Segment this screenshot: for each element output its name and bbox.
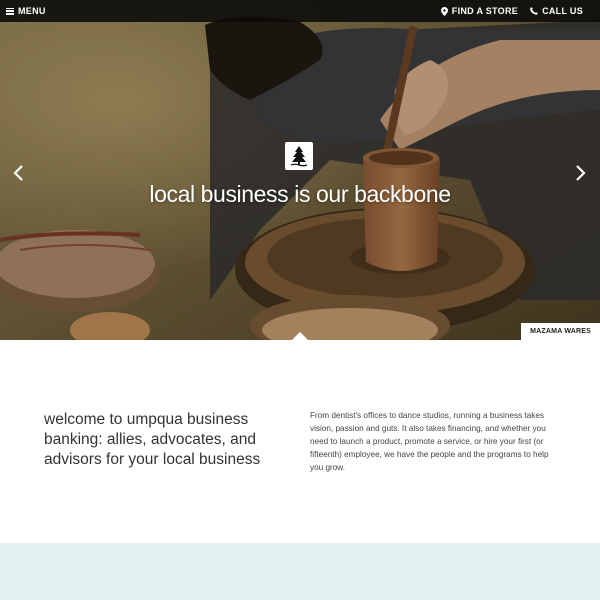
chevron-left-icon (13, 165, 23, 181)
menu-button[interactable]: MENU (6, 6, 46, 16)
welcome-heading: welcome to umpqua business banking: alli… (44, 411, 261, 468)
tree-logo-icon (285, 142, 313, 170)
hamburger-icon (6, 7, 14, 15)
top-navigation-bar: MENU FIND A STORE CALL US (0, 0, 600, 22)
find-store-label: FIND A STORE (451, 6, 519, 16)
call-us-link[interactable]: CALL US (530, 6, 583, 16)
hero-banner: local business is our backbone MAZAMA WA… (0, 0, 600, 340)
chevron-right-icon (576, 165, 586, 181)
find-store-link[interactable]: FIND A STORE (440, 6, 519, 16)
phone-icon (530, 7, 538, 15)
prev-slide-button[interactable] (11, 163, 27, 183)
location-pin-icon (440, 6, 448, 16)
menu-label: MENU (18, 6, 46, 16)
welcome-description: From dentist's offices to dance studios,… (310, 411, 549, 472)
hero-overlay (0, 0, 600, 340)
call-us-label: CALL US (542, 6, 583, 16)
section-pointer (292, 332, 308, 340)
bottom-section-band (0, 543, 600, 600)
photo-caption: MAZAMA WARES (521, 323, 600, 340)
next-slide-button[interactable] (572, 163, 588, 183)
hero-headline: local business is our backbone (149, 181, 451, 207)
